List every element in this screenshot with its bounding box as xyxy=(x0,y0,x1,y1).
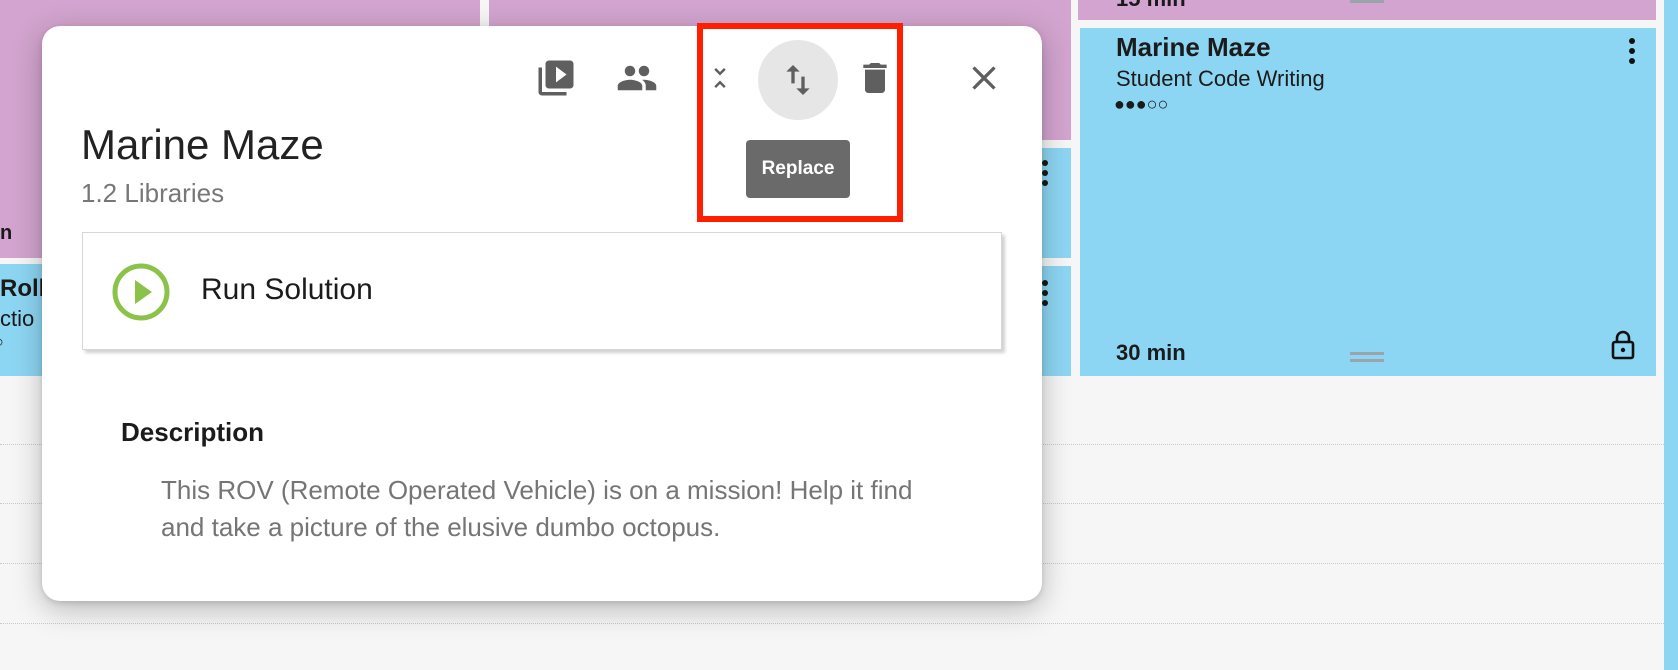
modal-title: Marine Maze xyxy=(81,121,324,168)
calendar-block-partial-sub: ctio xyxy=(0,306,35,331)
activity-card-subtitle: Student Code Writing xyxy=(1116,66,1325,91)
lock-icon[interactable] xyxy=(1610,330,1636,360)
play-circle-icon xyxy=(112,263,170,321)
more-options-icon[interactable] xyxy=(1042,280,1048,310)
calendar-block-partial-title: Roll xyxy=(0,275,46,302)
modal-subtitle: 1.2 Libraries xyxy=(81,178,225,208)
activity-card-title: Marine Maze xyxy=(1116,32,1271,62)
more-options-icon[interactable] xyxy=(1042,160,1048,190)
close-icon[interactable] xyxy=(962,56,1006,100)
drag-handle-icon[interactable] xyxy=(1350,0,1384,3)
description-text: This ROV (Remote Operated Vehicle) is on… xyxy=(161,475,913,542)
video-library-icon[interactable] xyxy=(534,56,578,100)
people-icon[interactable] xyxy=(612,56,662,100)
drag-handle-icon[interactable] xyxy=(1350,352,1384,366)
calendar-block-blue[interactable] xyxy=(1664,0,1678,670)
grid-line xyxy=(0,623,1678,624)
run-solution-button[interactable]: Run Solution xyxy=(82,232,1002,350)
description-heading: Description xyxy=(121,417,265,447)
activity-card-duration: 30 min xyxy=(1116,340,1186,365)
highlight-box xyxy=(697,23,903,222)
calendar-block-partial-difficulty: ○ xyxy=(0,334,4,352)
calendar-block-partial-label: n xyxy=(0,222,13,244)
calendar-block-partial-time: 15 min xyxy=(1116,0,1186,12)
activity-card-difficulty: ●●●○○ xyxy=(1114,94,1169,114)
run-solution-label: Run Solution xyxy=(201,273,373,306)
more-options-icon[interactable] xyxy=(1627,38,1637,68)
